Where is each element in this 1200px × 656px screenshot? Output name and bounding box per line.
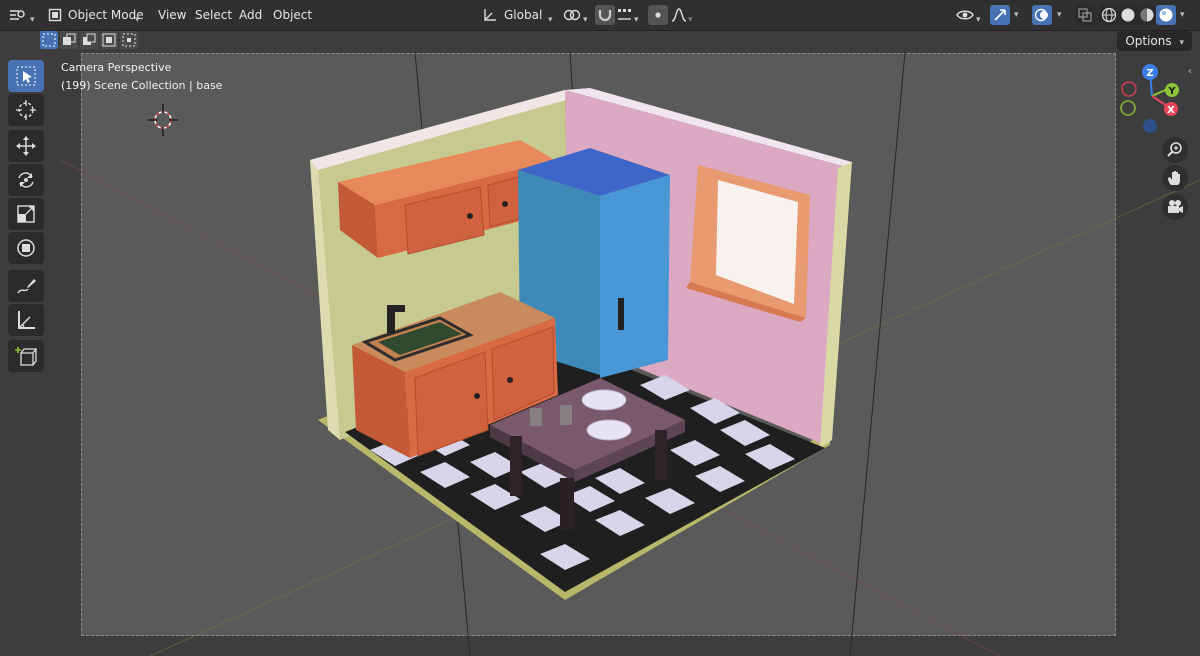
add-cube-icon — [15, 347, 37, 366]
rotate-icon — [18, 172, 34, 188]
axis-x-label: X — [1167, 105, 1175, 116]
axis-y-label: Y — [1167, 86, 1176, 97]
sidebar-toggle-icon[interactable]: ‹ — [1188, 66, 1192, 77]
camera-line — [849, 51, 906, 656]
view-name: Camera Perspective — [61, 61, 172, 74]
zoom-button[interactable] — [1162, 137, 1188, 163]
add-cube-tool[interactable] — [8, 340, 44, 372]
axis-neg-x-handle — [1121, 81, 1137, 97]
table-leg — [510, 436, 522, 496]
pan-hand-icon — [1168, 171, 1180, 185]
move-icon — [16, 136, 36, 156]
axis-neg-y-handle — [1120, 100, 1136, 116]
glass — [560, 405, 572, 425]
fridge-handle — [618, 298, 624, 330]
rotate-tool[interactable] — [8, 164, 44, 196]
collection-info: (199) Scene Collection | base — [61, 79, 223, 92]
plate — [581, 389, 627, 411]
select-box-tool[interactable] — [8, 60, 44, 92]
scale-icon — [17, 205, 35, 223]
annotate-icon — [17, 279, 36, 294]
transform-tool[interactable] — [8, 232, 44, 264]
measure-tool[interactable] — [8, 304, 44, 336]
axis-neg-z-handle — [1143, 119, 1157, 133]
cursor-icon — [16, 100, 36, 120]
cabinet-knob — [502, 201, 508, 207]
plate — [586, 419, 632, 441]
zoom-icon — [1167, 142, 1182, 157]
viewport-scene — [59, 51, 1200, 656]
camera-view-icon — [1168, 200, 1183, 213]
move-tool[interactable] — [8, 130, 44, 162]
navigation-gizmo[interactable]: Z Y X — [1112, 58, 1192, 138]
scale-tool[interactable] — [8, 198, 44, 230]
measure-icon — [18, 311, 35, 329]
transform-icon — [17, 239, 35, 257]
cabinet-knob — [507, 377, 513, 383]
cabinet-knob — [474, 393, 480, 399]
cursor-tool[interactable] — [8, 94, 44, 126]
table-leg — [655, 430, 667, 480]
table-leg — [560, 478, 574, 530]
select-box-icon — [16, 66, 36, 86]
3d-cursor-icon — [148, 104, 178, 136]
pan-button[interactable] — [1162, 165, 1188, 191]
annotate-tool[interactable] — [8, 270, 44, 302]
axis-z-label: Z — [1146, 68, 1153, 79]
camera-view-button[interactable] — [1162, 194, 1188, 220]
glass — [530, 408, 542, 426]
fridge-front — [600, 175, 670, 378]
faucet-spout — [387, 305, 405, 312]
cabinet-knob — [467, 213, 473, 219]
